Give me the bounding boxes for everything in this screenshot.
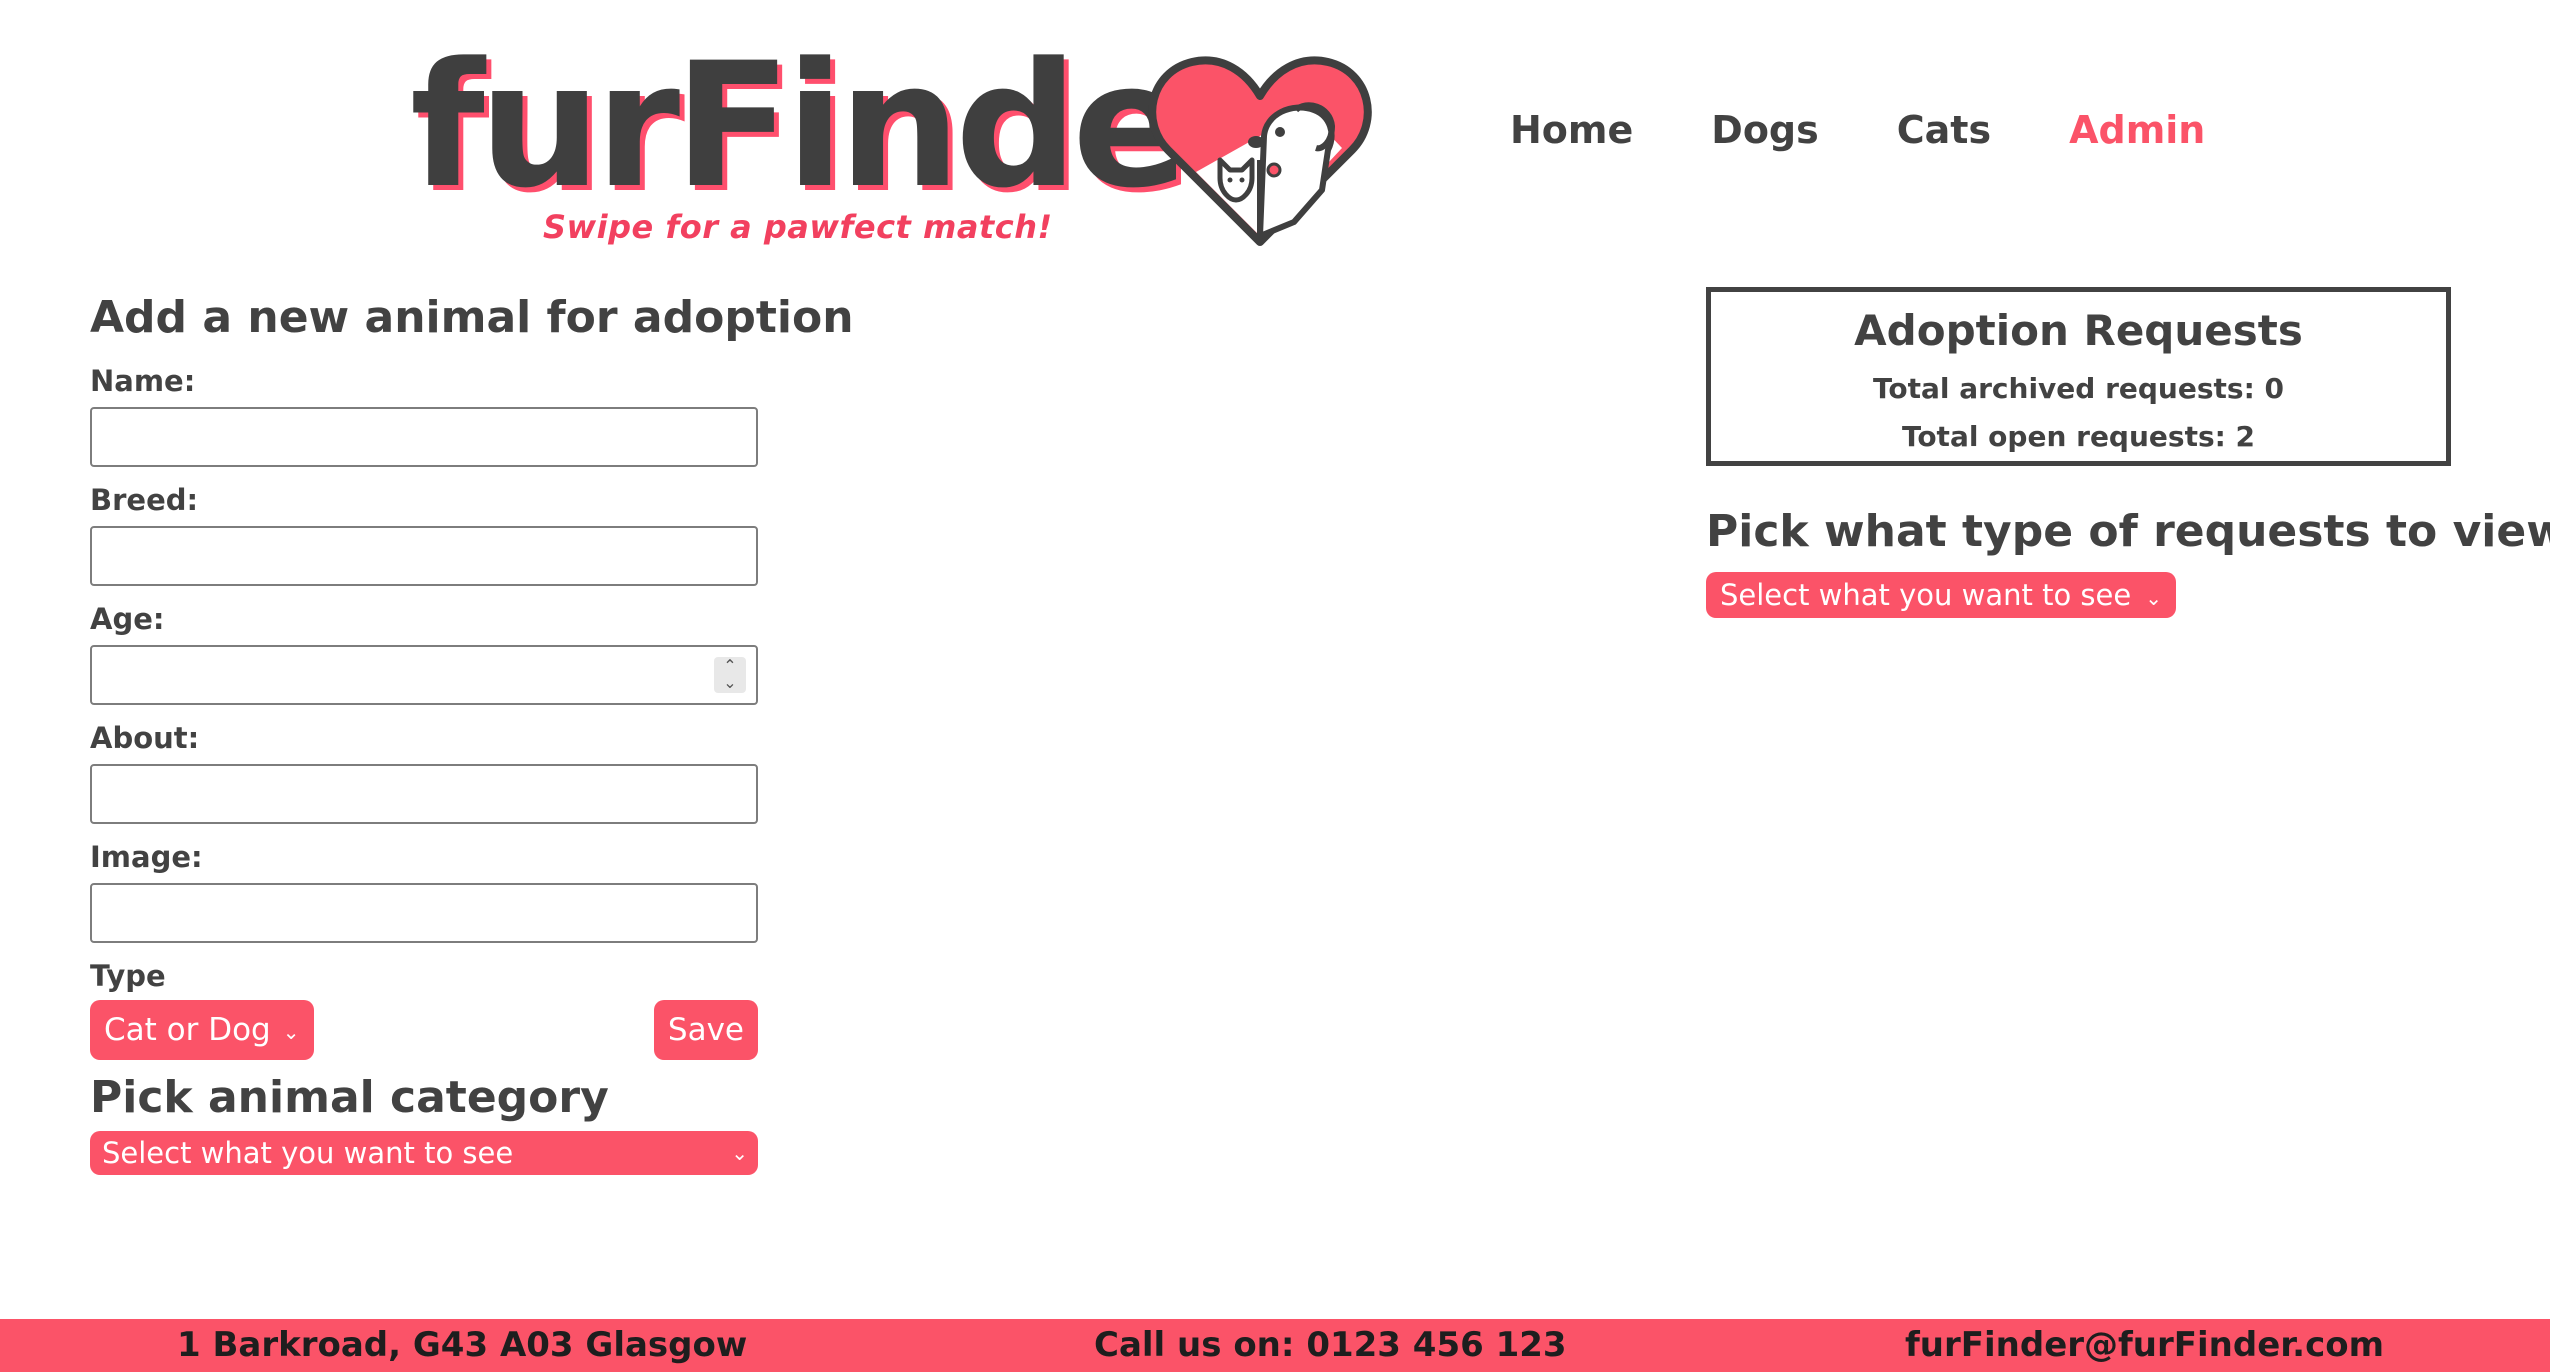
breed-input[interactable] — [90, 526, 758, 586]
footer-email[interactable]: furFinder@furFinder.com — [1905, 1319, 2384, 1372]
chevron-down-icon: ⌄ — [731, 1141, 748, 1165]
logo-wordmark: furFinder — [410, 25, 1268, 226]
form-title: Add a new animal for adoption — [90, 292, 854, 343]
nav-item-dogs[interactable]: Dogs — [1711, 108, 1818, 168]
age-label: Age: — [90, 602, 165, 636]
category-select[interactable]: Select what you want to see ⌄ — [90, 1131, 758, 1175]
heart-dog-cat-icon — [1148, 56, 1372, 246]
logo[interactable]: furFinder Swipe for a pawfect match! — [410, 25, 1372, 255]
age-stepper[interactable]: ⌃ ⌄ — [714, 657, 746, 693]
nav-item-cats[interactable]: Cats — [1897, 108, 1991, 168]
footer-phone: Call us on: 0123 456 123 — [1094, 1325, 1567, 1365]
category-select-value: Select what you want to see — [102, 1136, 514, 1170]
chevron-down-icon: ⌄ — [2145, 586, 2162, 610]
name-label: Name: — [90, 364, 196, 398]
open-requests-count: Total open requests: 2 — [1901, 420, 2256, 453]
footer: 1 Barkroad, G43 A03 Glasgow Call us on: … — [0, 1319, 2550, 1372]
type-select[interactable]: Cat or Dog ⌄ — [90, 1000, 314, 1060]
requests-select[interactable]: Select what you want to see ⌄ — [1706, 572, 2176, 618]
type-select-value: Cat or Dog — [104, 1012, 271, 1048]
chevron-down-icon[interactable]: ⌄ — [714, 674, 746, 691]
image-label: Image: — [90, 840, 203, 874]
breed-label: Breed: — [90, 483, 199, 517]
category-title: Pick animal category — [90, 1072, 609, 1123]
chevron-down-icon: ⌄ — [282, 1019, 300, 1044]
adoption-requests-panel: Adoption Requests Total archived request… — [1706, 287, 2451, 466]
archived-requests-count: Total archived requests: 0 — [1872, 372, 2285, 405]
about-input[interactable] — [90, 764, 758, 824]
image-input[interactable] — [90, 883, 758, 943]
nav-item-home[interactable]: Home — [1510, 108, 1633, 168]
tagline: Swipe for a pawfect match! — [543, 208, 1053, 246]
requests-select-value: Select what you want to see — [1720, 578, 2132, 612]
name-input[interactable] — [90, 407, 758, 467]
about-label: About: — [90, 721, 200, 755]
main-nav: Home Dogs Cats Admin — [1510, 108, 2283, 168]
chevron-up-icon[interactable]: ⌃ — [714, 657, 746, 674]
type-label: Type — [90, 959, 166, 993]
age-input[interactable]: ⌃ ⌄ — [90, 645, 758, 705]
nav-item-admin[interactable]: Admin — [2069, 108, 2205, 168]
save-button[interactable]: Save — [653, 1000, 758, 1060]
type-row: Cat or Dog ⌄ Save — [90, 1000, 758, 1062]
add-animal-form: Add a new animal for adoption Name: Bree… — [90, 292, 854, 1175]
requests-title: Adoption Requests — [1854, 306, 2303, 355]
footer-address: 1 Barkroad, G43 A03 Glasgow — [177, 1325, 748, 1365]
requests-pick-title: Pick what type of requests to view — [1706, 506, 2550, 557]
